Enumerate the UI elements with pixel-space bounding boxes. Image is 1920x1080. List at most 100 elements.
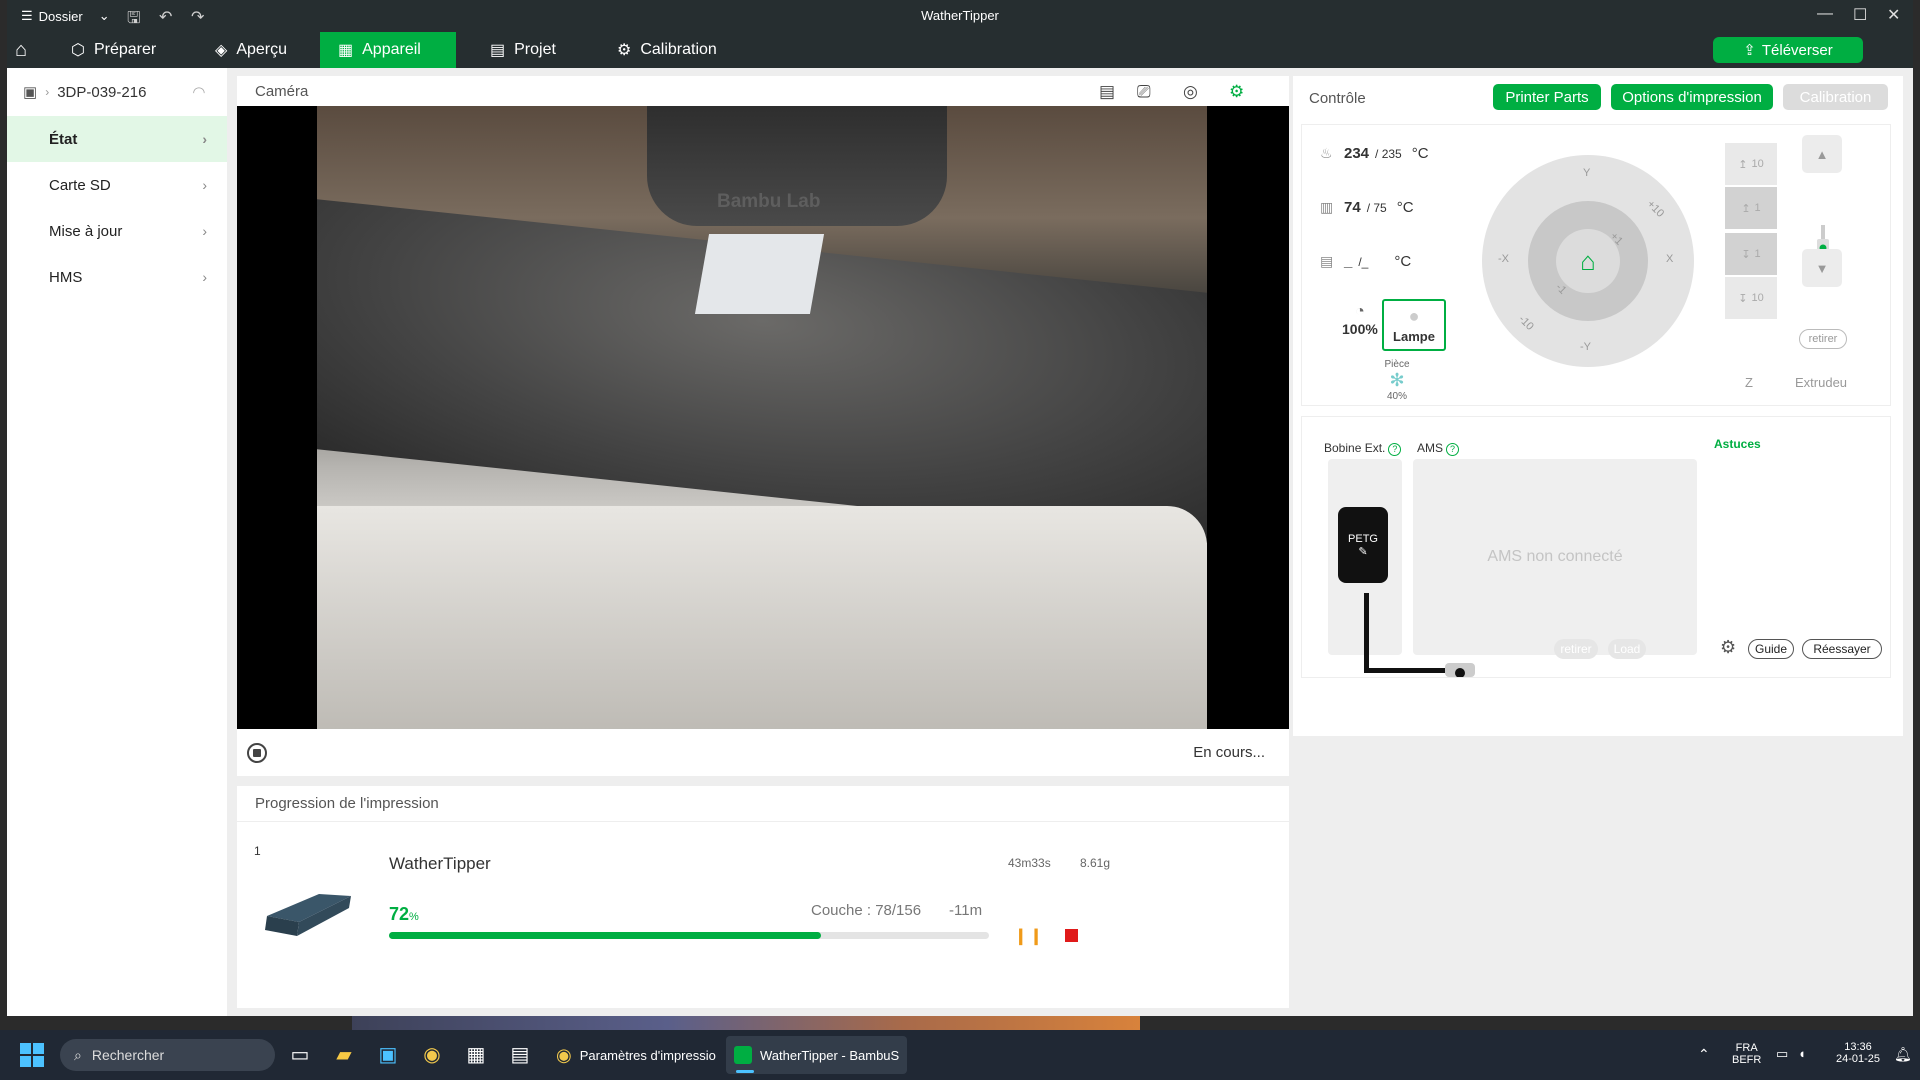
stop-print-button[interactable] (1065, 929, 1078, 942)
main-nav: ⌂ ⬡ Préparer ◈ Aperçu ▦ Appareil ▤ Proje… (7, 32, 1913, 68)
camera-settings-icon[interactable]: ⚙ (1229, 82, 1244, 102)
tab-prepare-label: Préparer (93, 41, 157, 58)
jog-x-minus[interactable]: -X (1498, 253, 1509, 265)
speed-value: 100% (1342, 321, 1378, 337)
job-weight: 8.61g (1080, 856, 1111, 870)
sd-card-icon[interactable]: ▤ (1099, 82, 1115, 102)
camera-feed: Bambu Lab (237, 106, 1289, 729)
z-down-1-button[interactable]: ↧ 1 (1725, 233, 1777, 275)
tab-preview[interactable]: ◈ Aperçu (197, 32, 305, 68)
home-icon: ⌂ (1580, 245, 1596, 276)
extrude-up-button[interactable]: ▲ (1802, 135, 1842, 173)
guide-button[interactable]: Guide (1748, 639, 1794, 659)
system-tray: ⌃ FRA BEFR ▭ ◖ 13:36 24-01-25 🔔︎ (1680, 1030, 1920, 1080)
jog-y-minus[interactable]: -Y (1580, 341, 1591, 353)
jog-x-plus[interactable]: X (1666, 253, 1673, 265)
sidebar-item-label: Carte SD (49, 176, 111, 194)
home-button[interactable]: ⌂ (7, 32, 35, 68)
retry-button[interactable]: Réessayer (1802, 639, 1882, 659)
store-icon[interactable]: ▣ (374, 1040, 402, 1068)
retract-filament-button[interactable]: retirer (1554, 639, 1598, 659)
help-icon[interactable]: ? (1446, 443, 1460, 456)
lamp-label: Lampe (1393, 329, 1435, 344)
jog-y-plus[interactable]: Y (1583, 167, 1590, 179)
controls-box: ♨ 234/ 235 °C ▥ 74/ 75 °C ▤ _/_ °C ◔ 100% ●… (1301, 124, 1891, 406)
device-icon: ▦ (338, 42, 354, 59)
z-up-1-button[interactable]: ↥ 1 (1725, 187, 1777, 229)
sidebar-item-hms[interactable]: HMS › (7, 254, 227, 300)
time-remaining: -11m (949, 902, 983, 919)
webcam-icon[interactable]: ◎ (1183, 82, 1198, 102)
gear-icon: ⚙ (617, 42, 632, 59)
xy-jog-pad[interactable]: Y -Y X -X +10 +1 -1 -10 ⌂ (1482, 155, 1694, 367)
calculator-icon[interactable]: ▦ (462, 1040, 490, 1068)
part-fan[interactable]: Pièce ✻ 40% (1372, 359, 1422, 402)
clock[interactable]: 13:36 24-01-25 (1828, 1041, 1888, 1065)
settings-icon[interactable]: ⚙ (1720, 637, 1736, 658)
fan-label: Pièce (1384, 359, 1410, 370)
tab-device[interactable]: ▦ Appareil (320, 32, 456, 68)
chrome-icon[interactable]: ◉ (418, 1040, 446, 1068)
window-label: WatherTipper - BambuS (760, 1047, 900, 1063)
sidebar-item-update[interactable]: Mise à jour › (7, 208, 227, 254)
triangle-up-icon: ▲ (1815, 146, 1829, 162)
document-icon: ▤ (490, 42, 506, 59)
tool-head-logo: Bambu Lab (717, 191, 821, 212)
notification-bell-icon[interactable]: 🔔︎ (1894, 1046, 1912, 1063)
cube-icon: ⬡ (71, 42, 85, 59)
sidebar-item-sd-card[interactable]: Carte SD › (7, 162, 227, 208)
tab-project[interactable]: ▤ Projet (472, 32, 574, 68)
stop-camera-button[interactable] (247, 743, 267, 763)
camera-status: En cours... (1193, 744, 1265, 761)
volume-icon[interactable]: ◖ (1798, 1046, 1806, 1061)
chamber-temp[interactable]: ▤ _/_ °C (1320, 253, 1411, 270)
pause-button[interactable]: ❙❙ (1014, 926, 1045, 946)
tips-link[interactable]: Astuces (1714, 437, 1761, 451)
z-down-10-button[interactable]: ↧ 10 (1725, 277, 1777, 319)
job-name: WatherTipper (389, 854, 491, 873)
search-icon: ⌕ (74, 1046, 82, 1063)
chamber-icon: ▤ (1320, 253, 1334, 269)
help-icon[interactable]: ? (1388, 443, 1402, 456)
printer-base (317, 506, 1207, 729)
lamp-button[interactable]: ● Lampe (1382, 299, 1446, 351)
extrude-down-button[interactable]: ▼ (1802, 249, 1842, 287)
upload-button[interactable]: ⇪ Téléverser (1713, 37, 1863, 63)
language-indicator[interactable]: FRA BEFR (1732, 1042, 1761, 1066)
maximize-button[interactable]: ☐ (1853, 5, 1867, 25)
jog-minus10[interactable]: -10 (1516, 313, 1536, 333)
printer-selector[interactable]: ▣ › 3DP-039-216 ◠ (7, 68, 227, 116)
z-up-10-button[interactable]: ↥ 10 (1725, 143, 1777, 185)
tab-calibration-label: Calibration (640, 41, 717, 58)
nozzle-temp[interactable]: ♨ 234/ 235 °C (1320, 145, 1429, 162)
printer-app-icon[interactable]: ▤ (506, 1040, 534, 1068)
calibration-button[interactable]: Calibration (1783, 84, 1888, 110)
taskbar-window-chrome[interactable]: ◉ Paramètres d'impressio (548, 1036, 724, 1074)
file-explorer-icon[interactable]: ▰ (330, 1040, 358, 1068)
video-recording-icon[interactable]: ⎚ (1137, 82, 1151, 102)
bed-temp[interactable]: ▥ 74/ 75 °C (1320, 199, 1414, 216)
edit-icon[interactable]: ✎ (1358, 545, 1367, 558)
extruder-retract-button[interactable]: retirer (1799, 329, 1847, 349)
task-view-icon[interactable]: ▭ (286, 1040, 314, 1068)
sidebar-item-status[interactable]: État › (7, 116, 227, 162)
stop-icon (253, 749, 261, 757)
sidebar-item-label: HMS (49, 268, 83, 286)
triangle-down-icon: ▼ (1815, 260, 1829, 276)
printer-parts-button[interactable]: Printer Parts (1493, 84, 1601, 110)
close-button[interactable]: ✕ (1887, 5, 1900, 25)
load-filament-button[interactable]: Load (1608, 639, 1646, 659)
camera-panel: Caméra ▤ ⎚ ◎ ⚙ Bambu Lab En cours... (237, 76, 1289, 776)
chevron-up-icon[interactable]: ⌃ (1698, 1046, 1710, 1063)
taskbar-window-bambu[interactable]: WatherTipper - BambuS (726, 1036, 908, 1074)
jog-plus10[interactable]: +10 (1644, 198, 1666, 220)
network-icon[interactable]: ▭ (1776, 1046, 1788, 1062)
tab-calibration[interactable]: ⚙ Calibration (599, 32, 735, 68)
home-axes-button[interactable]: ⌂ (1556, 229, 1620, 293)
speed-control[interactable]: ◔ 100% (1342, 303, 1378, 337)
windows-start-icon[interactable] (20, 1043, 44, 1067)
tab-prepare[interactable]: ⬡ Préparer (53, 32, 174, 68)
taskbar-search[interactable]: ⌕ Rechercher (60, 1039, 275, 1071)
minimize-button[interactable]: — (1817, 5, 1833, 23)
print-options-button[interactable]: Options d'impression (1611, 84, 1773, 110)
